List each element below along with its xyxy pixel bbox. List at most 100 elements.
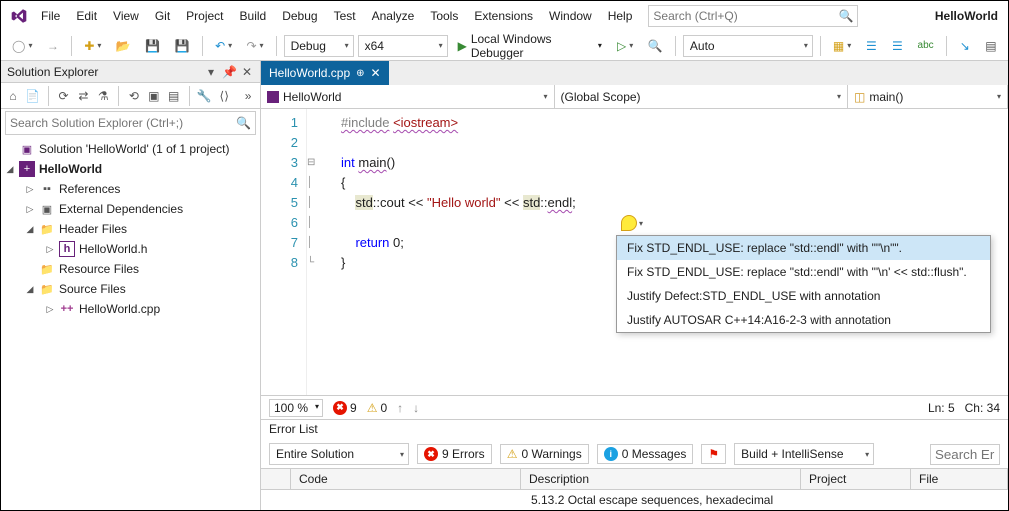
menu-help[interactable]: Help: [600, 5, 641, 27]
tree-header-file[interactable]: ▷h HelloWorld.h: [1, 239, 260, 259]
breadcrumb-project[interactable]: HelloWorld: [261, 85, 555, 108]
build-intellisense-combo[interactable]: Build + IntelliSense: [734, 443, 874, 465]
code-content[interactable]: #include <iostream> int main() { std::co…: [321, 109, 576, 395]
pin-icon[interactable]: ⊕: [356, 68, 364, 79]
save-all-button[interactable]: 💾: [170, 35, 195, 57]
prev-issue-button[interactable]: ↑: [397, 401, 403, 415]
solution-explorer-search[interactable]: 🔍: [5, 111, 256, 135]
sync-icon[interactable]: ⟳: [56, 86, 72, 106]
global-search-input[interactable]: [653, 9, 838, 23]
home-icon[interactable]: ⌂: [5, 86, 21, 106]
switch-view-icon[interactable]: ⇄: [75, 86, 91, 106]
menu-test[interactable]: Test: [326, 5, 364, 27]
save-button[interactable]: 💾: [140, 35, 165, 57]
new-item-button[interactable]: ✚: [79, 35, 106, 57]
main-toolbar: ◯ → ✚ 📂 💾 💾 ↶ ↷ Debug x64 ▶Local Windows…: [1, 31, 1008, 61]
tree-references[interactable]: ▷▪▪ References: [1, 179, 260, 199]
platform-combo[interactable]: x64: [358, 35, 448, 57]
quickfix-item[interactable]: Justify AUTOSAR C++14:A16-2-3 with annot…: [617, 308, 990, 332]
menu-file[interactable]: File: [33, 5, 68, 27]
tool-6-button[interactable]: ▤: [980, 35, 1002, 57]
external-deps-icon: ▣: [39, 201, 55, 217]
undo-button[interactable]: ↶: [210, 35, 237, 57]
col-code[interactable]: Code: [291, 469, 521, 489]
close-icon[interactable]: ✕: [371, 66, 381, 80]
menu-view[interactable]: View: [105, 5, 147, 27]
menu-project[interactable]: Project: [178, 5, 231, 27]
col-project[interactable]: Project: [801, 469, 911, 489]
close-icon[interactable]: ✕: [240, 65, 254, 79]
menu-analyze[interactable]: Analyze: [364, 5, 423, 27]
find-button[interactable]: 🔍: [643, 35, 668, 57]
collapse-icon[interactable]: ▣: [146, 86, 162, 106]
menu-extensions[interactable]: Extensions: [466, 5, 541, 27]
project-icon: [267, 91, 279, 103]
menu-window[interactable]: Window: [541, 5, 600, 27]
properties-icon[interactable]: 🔧: [196, 86, 212, 106]
nav-back-button[interactable]: ◯: [7, 35, 37, 57]
menu-git[interactable]: Git: [147, 5, 178, 27]
clear-filter-button[interactable]: ⚑: [701, 444, 726, 464]
breadcrumb-func[interactable]: ◫ main(): [848, 85, 1008, 108]
menu-tools[interactable]: Tools: [422, 5, 466, 27]
lightbulb-icon: [621, 215, 637, 231]
config-combo[interactable]: Debug: [284, 35, 354, 57]
col-desc[interactable]: Description: [521, 469, 801, 489]
tree-external-deps[interactable]: ▷▣ External Dependencies: [1, 199, 260, 219]
refresh-icon[interactable]: ⟲: [126, 86, 142, 106]
tool-2-button[interactable]: ☰: [860, 35, 882, 57]
lightbulb-quickfix[interactable]: ▾: [621, 215, 643, 231]
error-count-badge[interactable]: ✖9: [333, 401, 357, 415]
errors-filter-button[interactable]: ✖9 Errors: [417, 444, 492, 464]
tool-3-button[interactable]: ☰: [886, 35, 908, 57]
tree-solution-root[interactable]: ▣ Solution 'HelloWorld' (1 of 1 project): [1, 139, 260, 159]
solution-name-label: HelloWorld: [929, 5, 1004, 27]
tool-1-button[interactable]: ▦: [828, 35, 857, 57]
quickfix-item[interactable]: Fix STD_ENDL_USE: replace "std::endl" wi…: [617, 260, 990, 284]
quickfix-item[interactable]: Justify Defect:STD_ENDL_USE with annotat…: [617, 284, 990, 308]
open-file-button[interactable]: 📂: [111, 35, 136, 57]
global-search[interactable]: 🔍: [648, 5, 858, 27]
panel-dropdown-icon[interactable]: ▾: [204, 65, 218, 79]
error-list-search[interactable]: [930, 444, 1000, 465]
spellcheck-button[interactable]: abc: [912, 35, 939, 57]
zoom-combo[interactable]: 100 %: [269, 399, 323, 417]
pin-icon[interactable]: 📌: [222, 65, 236, 79]
search-icon: 🔍: [838, 9, 853, 23]
tree-header-files[interactable]: ◢📁 Header Files: [1, 219, 260, 239]
outlining-margin[interactable]: ⊟││││└: [307, 109, 321, 395]
messages-filter-button[interactable]: i0 Messages: [597, 444, 694, 464]
tool-5-button[interactable]: ↘: [954, 35, 976, 57]
error-list-row[interactable]: 5.13.2 Octal escape sequences, hexadecim…: [261, 490, 1008, 510]
menu-debug[interactable]: Debug: [274, 5, 325, 27]
solution-explorer-title: Solution Explorer: [7, 65, 200, 79]
redo-button[interactable]: ↷: [241, 35, 268, 57]
nav-fwd-button[interactable]: →: [41, 35, 64, 57]
start-without-debug-button[interactable]: ▷: [612, 35, 639, 57]
tree-resource-files[interactable]: 📁 Resource Files: [1, 259, 260, 279]
start-debug-button[interactable]: ▶Local Windows Debugger▾: [452, 35, 608, 57]
menu-edit[interactable]: Edit: [68, 5, 105, 27]
next-issue-button[interactable]: ↓: [413, 401, 419, 415]
code-editor[interactable]: 12345678 ⊟││││└ #include <iostream> int …: [261, 109, 1008, 395]
quickfix-item[interactable]: Fix STD_ENDL_USE: replace "std::endl" wi…: [617, 236, 990, 260]
filter-icon[interactable]: ⚗: [95, 86, 111, 106]
overflow-icon[interactable]: »: [240, 86, 256, 106]
editor-tab-active[interactable]: HelloWorld.cpp ⊕ ✕: [261, 61, 389, 85]
menu-build[interactable]: Build: [232, 5, 275, 27]
tree-source-files[interactable]: ◢📁 Source Files: [1, 279, 260, 299]
tree-project[interactable]: ◢+ HelloWorld: [1, 159, 260, 179]
editor-area: HelloWorld.cpp ⊕ ✕ HelloWorld (Global Sc…: [261, 61, 1008, 510]
preview-icon[interactable]: ⟨⟩: [216, 86, 232, 106]
solution-explorer-search-input[interactable]: [10, 116, 236, 130]
col-file[interactable]: File: [911, 469, 1008, 489]
references-icon: ▪▪: [39, 181, 55, 197]
warning-count-badge[interactable]: ⚠0: [367, 401, 387, 415]
warnings-filter-button[interactable]: ⚠0 Warnings: [500, 444, 589, 464]
tree-source-file[interactable]: ▷++ HelloWorld.cpp: [1, 299, 260, 319]
breadcrumb-scope[interactable]: (Global Scope): [555, 85, 849, 108]
error-scope-combo[interactable]: Entire Solution: [269, 443, 409, 465]
auto-combo[interactable]: Auto: [683, 35, 813, 57]
show-all-icon[interactable]: ▤: [166, 86, 182, 106]
tool-icon[interactable]: 📄: [25, 86, 41, 106]
